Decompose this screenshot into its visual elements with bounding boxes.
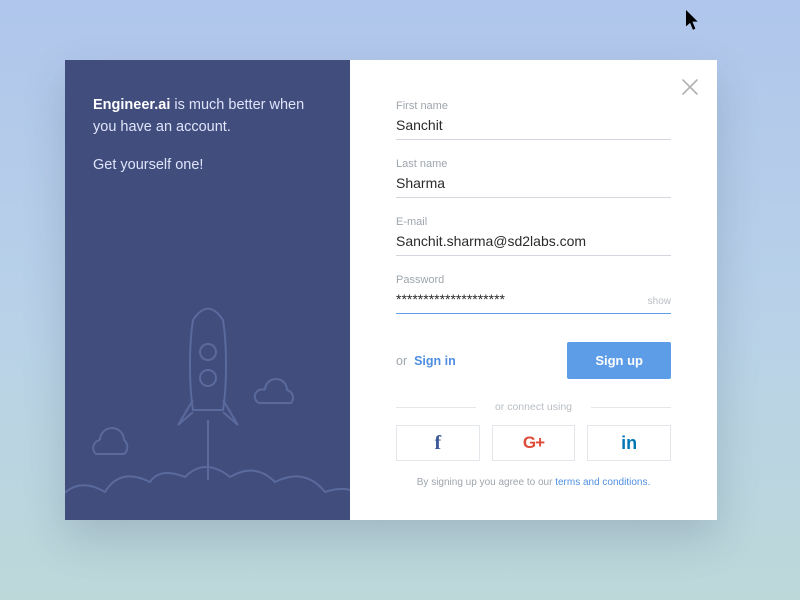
- social-row: f G+ in: [396, 425, 671, 461]
- facebook-button[interactable]: f: [396, 425, 480, 461]
- show-password-link[interactable]: show: [648, 296, 671, 307]
- close-button[interactable]: [681, 78, 699, 96]
- signin-alt: or Sign in: [396, 354, 456, 368]
- tagline: Engineer.ai is much better when you have…: [93, 95, 322, 139]
- last-name-field: Last name: [396, 158, 671, 198]
- first-name-label: First name: [396, 100, 671, 112]
- signin-link[interactable]: Sign in: [414, 354, 456, 368]
- email-label: E-mail: [396, 216, 671, 228]
- password-input[interactable]: [396, 289, 671, 314]
- tagline-cta: Get yourself one!: [93, 157, 322, 173]
- terms-link[interactable]: terms and conditions.: [555, 477, 650, 488]
- google-plus-icon: G+: [523, 433, 544, 453]
- linkedin-button[interactable]: in: [587, 425, 671, 461]
- first-name-field: First name: [396, 100, 671, 140]
- form-panel: First name Last name E-mail Password sho…: [350, 60, 717, 520]
- password-field: Password show: [396, 274, 671, 314]
- password-label: Password: [396, 274, 671, 286]
- brand-name: Engineer.ai: [93, 97, 170, 113]
- rocket-illustration: [65, 290, 350, 520]
- actions-row: or Sign in Sign up: [396, 342, 671, 379]
- mouse-cursor: [686, 10, 700, 28]
- connect-divider: or connect using: [396, 401, 671, 413]
- google-button[interactable]: G+: [492, 425, 576, 461]
- last-name-input[interactable]: [396, 173, 671, 198]
- facebook-icon: f: [435, 432, 442, 455]
- signup-modal: Engineer.ai is much better when you have…: [65, 60, 717, 520]
- last-name-label: Last name: [396, 158, 671, 170]
- email-input[interactable]: [396, 231, 671, 256]
- linkedin-icon: in: [621, 433, 637, 454]
- email-field: E-mail: [396, 216, 671, 256]
- promo-panel: Engineer.ai is much better when you have…: [65, 60, 350, 520]
- first-name-input[interactable]: [396, 115, 671, 140]
- signup-button[interactable]: Sign up: [567, 342, 671, 379]
- legal-text: By signing up you agree to our terms and…: [396, 477, 671, 488]
